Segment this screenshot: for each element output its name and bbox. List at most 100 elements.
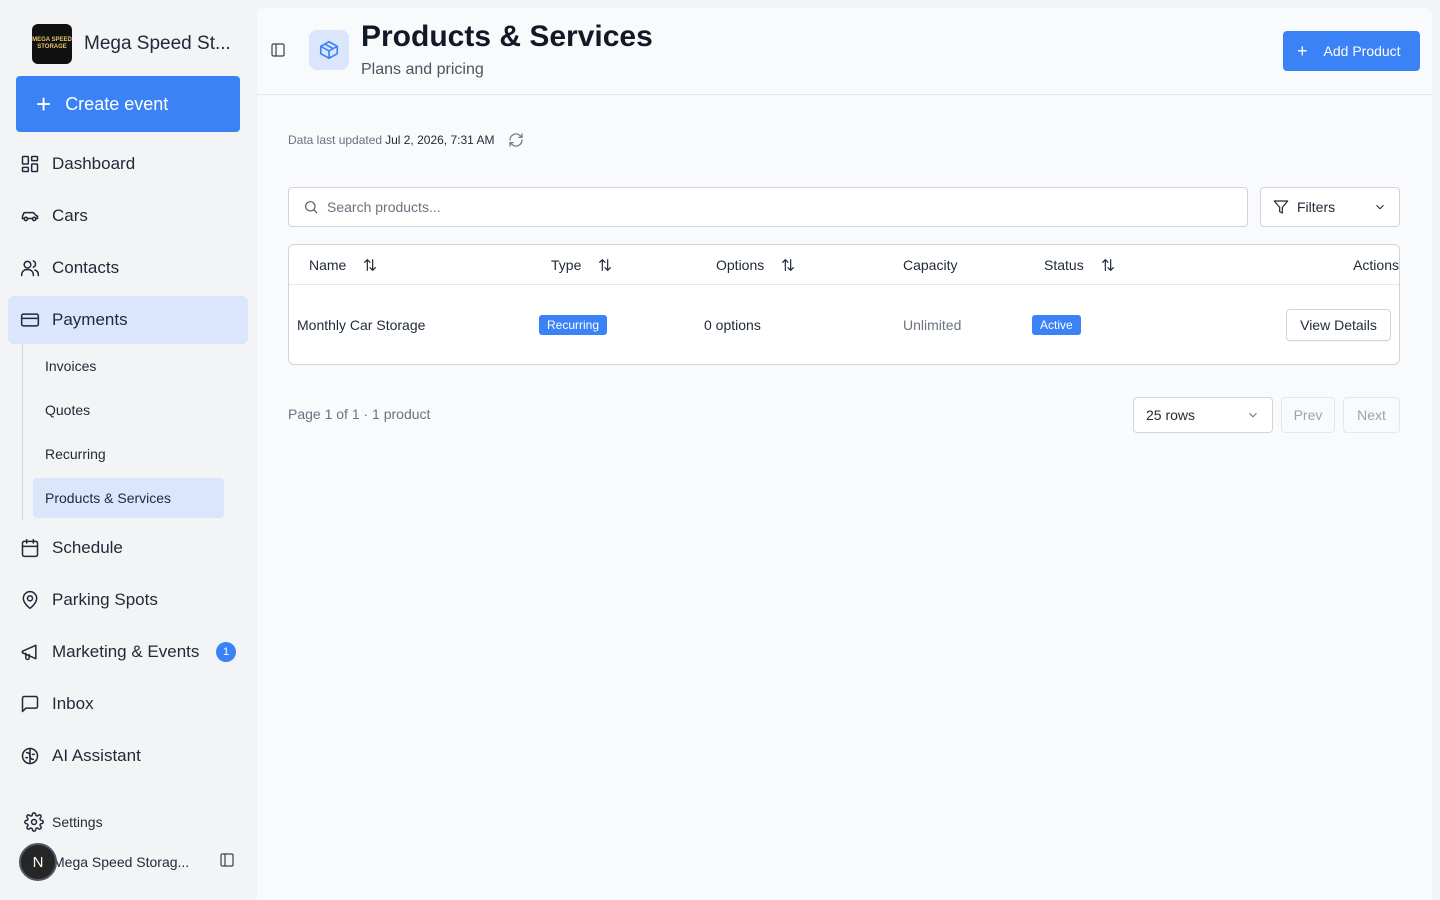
message-square-icon: [20, 694, 40, 714]
column-label: Status: [1044, 257, 1084, 273]
sidebar-item-label: Cars: [52, 206, 88, 225]
sidebar-item-label: Payments: [52, 310, 128, 329]
add-product-button[interactable]: + Add Product: [1283, 31, 1420, 71]
megaphone-icon: [20, 642, 40, 662]
prev-page-button[interactable]: Prev: [1281, 397, 1335, 433]
status-badge: Active: [1032, 314, 1081, 335]
chevron-down-icon: [1373, 200, 1387, 217]
sidebar-subitem-recurring[interactable]: Recurring: [33, 434, 224, 474]
next-page-button[interactable]: Next: [1343, 397, 1400, 433]
column-header-name[interactable]: Name: [309, 245, 378, 285]
column-label: Capacity: [903, 257, 958, 273]
sidebar-subitem-label: Invoices: [45, 358, 97, 374]
sidebar-item-cars[interactable]: Cars: [8, 192, 248, 240]
notification-badge: 1: [216, 642, 236, 662]
user-menu[interactable]: N Mega Speed Storag...: [19, 843, 244, 881]
brain-icon: [20, 746, 40, 766]
cell-type: Recurring: [539, 285, 608, 364]
sidebar-panel-icon[interactable]: [219, 852, 239, 872]
chevron-down-icon: [1246, 408, 1260, 425]
data-updated-status: Data last updated Jul 2, 2026, 7:31 AM: [288, 132, 524, 148]
sort-icon[interactable]: [1100, 257, 1116, 273]
pagination-info: Page 1 of 1 · 1 product: [288, 406, 431, 422]
column-header-type[interactable]: Type: [551, 245, 613, 285]
sidebar-item-parking-spots[interactable]: Parking Spots: [8, 576, 248, 624]
rows-per-page-select[interactable]: 25 rows: [1133, 397, 1273, 433]
sidebar-item-dashboard[interactable]: Dashboard: [8, 140, 248, 188]
create-event-label: Create event: [65, 93, 169, 114]
users-icon: [20, 258, 40, 278]
cell-actions: View Details: [1286, 285, 1391, 364]
column-label: Actions: [1353, 257, 1399, 273]
sidebar-item-label: Marketing & Events: [52, 642, 200, 661]
package-icon: [309, 30, 349, 70]
brand-logo: MEGA SPEED STORAGE: [32, 24, 72, 64]
sidebar-item-marketing-events[interactable]: Marketing & Events 1: [8, 628, 248, 676]
sidebar-item-label: AI Assistant: [52, 746, 141, 765]
sort-icon[interactable]: [780, 257, 796, 273]
products-table: Name Type Options Capacity Status Action…: [288, 244, 1400, 365]
column-label: Name: [309, 257, 347, 273]
sidebar-subitem-products-services[interactable]: Products & Services: [33, 478, 224, 518]
add-product-label: Add Product: [1323, 43, 1401, 59]
cell-options: 0 options: [704, 316, 761, 333]
sidebar-item-label: Dashboard: [52, 154, 136, 173]
plus-icon: +: [36, 89, 52, 119]
sort-icon[interactable]: [362, 257, 378, 273]
avatar[interactable]: N: [19, 843, 57, 881]
filter-icon: [1273, 200, 1289, 214]
main-content: Products & Services Plans and pricing + …: [257, 8, 1432, 900]
filters-dropdown[interactable]: Filters: [1260, 187, 1400, 227]
search-bar[interactable]: [288, 187, 1248, 227]
sidebar-item-ai-assistant[interactable]: AI Assistant: [8, 732, 248, 780]
sidebar: MEGA SPEED STORAGE Mega Speed St... + Cr…: [0, 0, 256, 900]
cell-status: Active: [1032, 285, 1081, 364]
rows-per-page-value: 25 rows: [1146, 407, 1196, 423]
settings-label: Settings: [52, 814, 103, 830]
type-badge: Recurring: [539, 314, 608, 335]
refresh-icon[interactable]: [508, 132, 524, 148]
updated-timestamp: Jul 2, 2026, 7:31 AM: [385, 133, 495, 147]
sidebar-subitem-quotes[interactable]: Quotes: [33, 390, 224, 430]
dashboard-icon: [20, 154, 40, 174]
updated-label: Data last updated: [288, 133, 383, 147]
column-header-actions: Actions: [1279, 245, 1399, 285]
sidebar-toggle-icon[interactable]: [270, 42, 288, 60]
page-subtitle: Plans and pricing: [361, 61, 484, 78]
sidebar-item-label: Contacts: [52, 258, 120, 277]
sidebar-subitem-invoices[interactable]: Invoices: [33, 346, 224, 386]
credit-card-icon: [20, 310, 40, 330]
sidebar-subitem-label: Quotes: [45, 402, 91, 418]
sidebar-item-label: Parking Spots: [52, 590, 158, 609]
sidebar-item-label: Inbox: [52, 694, 94, 713]
view-details-button[interactable]: View Details: [1286, 308, 1391, 341]
create-event-button[interactable]: + Create event: [16, 76, 240, 132]
car-icon: [20, 206, 40, 226]
submenu-divider: [22, 344, 23, 520]
calendar-icon: [20, 538, 40, 558]
brand[interactable]: MEGA SPEED STORAGE Mega Speed St...: [32, 24, 231, 64]
sidebar-item-inbox[interactable]: Inbox: [8, 680, 248, 728]
column-label: Options: [716, 257, 765, 273]
sort-icon[interactable]: [597, 257, 613, 273]
map-pin-icon: [20, 590, 40, 610]
cell-capacity: Unlimited: [903, 316, 962, 333]
plus-icon: +: [1297, 40, 1308, 61]
column-header-status[interactable]: Status: [1044, 245, 1116, 285]
settings-link[interactable]: Settings: [24, 812, 103, 832]
sidebar-item-payments[interactable]: Payments: [8, 296, 248, 344]
column-label: Type: [551, 257, 582, 273]
table-header: Name Type Options Capacity Status Action…: [289, 245, 1399, 285]
column-header-options[interactable]: Options: [716, 245, 796, 285]
search-icon: [305, 201, 318, 214]
gear-icon: [24, 812, 44, 832]
sidebar-item-schedule[interactable]: Schedule: [8, 524, 248, 572]
sidebar-item-contacts[interactable]: Contacts: [8, 244, 248, 292]
page-header: Products & Services Plans and pricing + …: [257, 8, 1432, 95]
cell-name: Monthly Car Storage: [297, 316, 426, 333]
user-name: Mega Speed Storag...: [53, 854, 190, 870]
sidebar-subitem-label: Products & Services: [45, 490, 172, 506]
search-input[interactable]: [327, 199, 1207, 215]
page-title: Products & Services: [361, 20, 653, 53]
sidebar-subitem-label: Recurring: [45, 446, 106, 462]
